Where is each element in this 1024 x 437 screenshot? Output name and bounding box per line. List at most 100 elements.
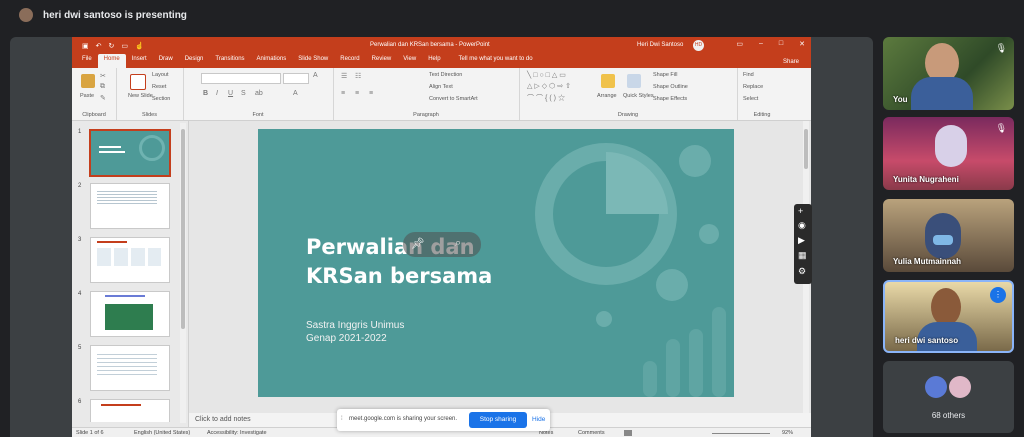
tab-slide-show[interactable]: Slide Show: [292, 54, 334, 68]
arrange-button[interactable]: Arrange: [597, 93, 617, 99]
pin-icon[interactable]: 📌︎: [411, 237, 425, 250]
strikethrough-icon[interactable]: ab: [255, 90, 263, 97]
replace-button[interactable]: Replace: [743, 84, 763, 90]
shapes-gallery-row2[interactable]: △▷◇⬡⇨⇧: [527, 82, 573, 90]
plus-icon[interactable]: +: [798, 206, 803, 216]
shapes-gallery-row3[interactable]: ⌒⌒{()☆: [527, 93, 567, 103]
font-size-box[interactable]: [283, 73, 309, 84]
hide-button[interactable]: Hide: [532, 416, 545, 423]
stop-sharing-button[interactable]: Stop sharing: [469, 412, 527, 428]
thumbnail-scrollbar[interactable]: [180, 123, 186, 423]
pin-controls[interactable]: 📌︎ ⌕: [403, 232, 481, 257]
underline-icon[interactable]: U: [228, 90, 233, 97]
current-slide[interactable]: Perwalian dan KRSan bersama Sastra Inggr…: [258, 129, 734, 397]
section-button[interactable]: Section: [152, 96, 170, 102]
paste-button[interactable]: Paste: [80, 93, 94, 99]
tab-transitions[interactable]: Transitions: [209, 54, 250, 68]
group-slides: New Slide Layout Reset Section Slides: [116, 68, 184, 120]
new-slide-icon[interactable]: [130, 74, 146, 90]
tab-help[interactable]: Help: [422, 54, 446, 68]
share-button[interactable]: Share: [783, 59, 799, 65]
slide-thumbnail-4[interactable]: [90, 291, 170, 337]
paste-icon[interactable]: [81, 74, 95, 88]
touch-mode-icon[interactable]: ☝: [135, 42, 144, 50]
shape-effects-button[interactable]: Shape Effects: [653, 96, 687, 102]
ribbon-display-icon[interactable]: ▭: [736, 40, 743, 48]
format-painter-icon[interactable]: ✎: [100, 94, 106, 102]
camera-icon[interactable]: ◉: [798, 220, 806, 231]
thumbnail-scroll-thumb[interactable]: [181, 129, 185, 329]
gallery-icon[interactable]: ▦: [798, 250, 807, 261]
align-left-icon[interactable]: ≡: [341, 90, 345, 97]
tab-review[interactable]: Review: [366, 54, 398, 68]
grow-font-icon[interactable]: A: [313, 72, 318, 79]
arrange-icon[interactable]: [601, 74, 615, 88]
tab-view[interactable]: View: [397, 54, 422, 68]
bullets-icon[interactable]: ☰: [341, 72, 347, 80]
participant-tile-yulia[interactable]: Yulia Mutmainnah: [883, 199, 1014, 272]
convert-smartart-button[interactable]: Convert to SmartArt: [429, 96, 478, 102]
others-tile[interactable]: 68 others: [883, 361, 1014, 433]
quick-styles-icon[interactable]: [627, 74, 641, 88]
shape-fill-button[interactable]: Shape Fill: [653, 72, 677, 78]
tell-me-search[interactable]: Tell me what you want to do: [453, 54, 539, 68]
participant-tile-heri[interactable]: heri dwi santoso ⋮: [883, 280, 1014, 353]
new-slide-button[interactable]: New Slide: [128, 93, 153, 99]
layout-button[interactable]: Layout: [152, 72, 169, 78]
shapes-gallery[interactable]: ╲□○□△▭: [527, 71, 568, 79]
participant-tile-yunita[interactable]: Yunita Nugraheni 🎙︎: [883, 117, 1014, 190]
minimize-icon[interactable]: –: [759, 40, 763, 48]
tab-file[interactable]: File: [76, 54, 98, 68]
settings-icon[interactable]: ⚙: [798, 266, 806, 277]
align-right-icon[interactable]: ≡: [369, 90, 373, 97]
slide-thumbnail-1[interactable]: [89, 129, 171, 177]
zoom-icon[interactable]: ⌕: [455, 237, 461, 250]
save-icon[interactable]: ▣: [82, 42, 89, 50]
find-button[interactable]: Find: [743, 72, 754, 78]
shape-outline-button[interactable]: Shape Outline: [653, 84, 688, 90]
tab-insert[interactable]: Insert: [126, 54, 153, 68]
quick-styles-button[interactable]: Quick Styles: [623, 93, 654, 99]
tab-animations[interactable]: Animations: [251, 54, 293, 68]
redo-icon[interactable]: ↻: [109, 42, 115, 50]
user-avatar[interactable]: HD: [693, 40, 704, 51]
bold-icon[interactable]: B: [203, 90, 208, 97]
align-text-button[interactable]: Align Text: [429, 84, 453, 90]
accessibility-indicator[interactable]: Accessibility: Investigate: [207, 430, 267, 436]
slide-subtitle[interactable]: Sastra Inggris Unimus Genap 2021-2022: [306, 319, 404, 345]
normal-view-icon[interactable]: [624, 430, 632, 436]
language-indicator[interactable]: English (United States): [134, 430, 190, 436]
font-color-icon[interactable]: A: [293, 90, 298, 97]
font-name-box[interactable]: [201, 73, 281, 84]
present-icon[interactable]: ▭: [121, 42, 128, 50]
undo-icon[interactable]: ↶: [96, 42, 102, 50]
user-name[interactable]: Heri Dwi Santoso: [637, 42, 683, 48]
align-center-icon[interactable]: ≡: [355, 90, 359, 97]
select-button[interactable]: Select: [743, 96, 758, 102]
comments-toggle[interactable]: Comments: [578, 430, 605, 436]
slide-thumbnail-3[interactable]: [90, 237, 170, 283]
maximize-icon[interactable]: □: [779, 40, 783, 48]
italic-icon[interactable]: I: [216, 90, 218, 97]
zoom-slider[interactable]: [712, 433, 770, 434]
tab-draw[interactable]: Draw: [153, 54, 179, 68]
slide-thumbnail-5[interactable]: [90, 345, 170, 391]
text-direction-button[interactable]: Text Direction: [429, 72, 462, 78]
reset-button[interactable]: Reset: [152, 84, 166, 90]
drag-handle-icon[interactable]: ⁞: [341, 416, 343, 422]
video-icon[interactable]: ▶: [798, 235, 805, 246]
close-icon[interactable]: ✕: [799, 40, 805, 48]
canvas-scroll-thumb[interactable]: [804, 129, 808, 169]
zoom-level[interactable]: 92%: [782, 430, 793, 436]
tab-record[interactable]: Record: [334, 54, 365, 68]
copy-icon[interactable]: ⧉: [100, 83, 105, 91]
slide-editing-canvas[interactable]: Perwalian dan KRSan bersama Sastra Inggr…: [189, 121, 811, 413]
numbering-icon[interactable]: ☷: [355, 72, 361, 80]
tab-design[interactable]: Design: [179, 54, 210, 68]
participant-tile-you[interactable]: You 🎙︎: [883, 37, 1014, 110]
slide-thumbnail-2[interactable]: [90, 183, 170, 229]
shadow-icon[interactable]: S: [241, 90, 246, 97]
slide-thumbnail-6[interactable]: [90, 399, 170, 422]
tab-home[interactable]: Home: [97, 54, 126, 68]
cut-icon[interactable]: ✂: [100, 72, 106, 80]
